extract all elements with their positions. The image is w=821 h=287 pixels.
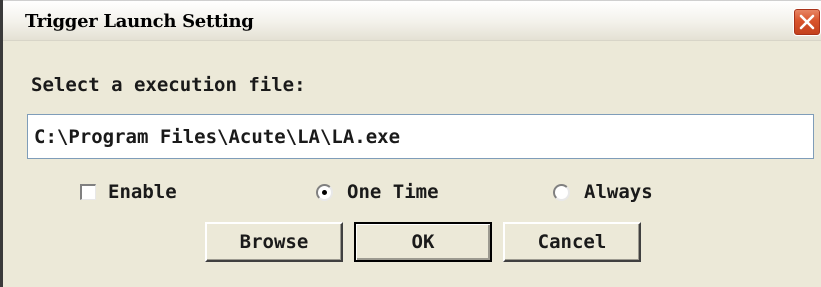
- always-radio-button[interactable]: [553, 183, 570, 201]
- one-time-radio-button[interactable]: [316, 183, 333, 201]
- enable-checkbox[interactable]: Enable: [80, 180, 177, 204]
- select-file-label: Select a execution file:: [31, 74, 306, 96]
- close-icon: [799, 14, 815, 30]
- always-label: Always: [584, 181, 653, 203]
- radio-one-time[interactable]: One Time: [316, 180, 439, 204]
- file-path-input[interactable]: [27, 114, 814, 159]
- close-button[interactable]: [793, 8, 821, 36]
- one-time-label: One Time: [347, 181, 439, 203]
- trigger-launch-dialog: Trigger Launch Setting Select a executio…: [0, 0, 821, 287]
- enable-checkbox-box[interactable]: [80, 184, 96, 200]
- enable-label: Enable: [108, 181, 177, 203]
- cancel-button[interactable]: Cancel: [503, 222, 641, 262]
- browse-button[interactable]: Browse: [205, 222, 343, 262]
- ok-button[interactable]: OK: [354, 222, 492, 262]
- title-bar[interactable]: Trigger Launch Setting: [3, 0, 821, 41]
- window-title: Trigger Launch Setting: [25, 11, 254, 32]
- radio-always[interactable]: Always: [553, 180, 653, 204]
